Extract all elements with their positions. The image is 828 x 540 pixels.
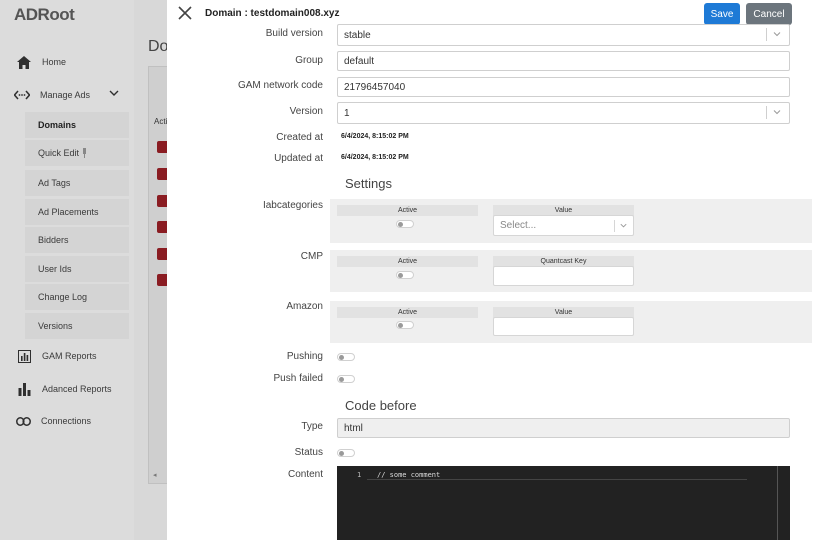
editor-scrollbar[interactable]	[777, 466, 778, 540]
type-label: Type	[301, 421, 323, 432]
cmp-label: CMP	[300, 251, 323, 262]
push-failed-label: Push failed	[273, 373, 323, 384]
sidebar-item-label: Manage Ads	[40, 90, 91, 100]
status-label: Status	[294, 447, 323, 458]
iabcategories-settings: Active Value Select...	[330, 199, 812, 243]
chevron-down-icon	[772, 107, 782, 117]
updated-at-value: 6/4/2024, 8:15:02 PM	[341, 154, 409, 161]
link-icon	[15, 414, 31, 428]
amazon-settings: Active Value	[330, 301, 812, 343]
created-at-label: Created at	[276, 132, 323, 143]
home-icon	[16, 55, 32, 69]
sidebar-subitem-quick-edit[interactable]: Quick Edit	[25, 140, 129, 166]
iabcategories-label: Iabcategories	[262, 200, 323, 211]
sidebar-item-label: Connections	[41, 416, 92, 426]
amazon-value-input[interactable]	[493, 317, 634, 336]
sidebar-subitem-bidders[interactable]: Bidders	[25, 227, 129, 253]
app-logo: ADRoot	[14, 5, 75, 24]
version-label: Version	[289, 106, 323, 117]
sidebar-subitem-ad-placements[interactable]: Ad Placements	[25, 199, 129, 225]
active-column-header: Active	[337, 205, 478, 216]
sidebar-item-connections[interactable]: Connections	[15, 414, 91, 428]
close-icon[interactable]	[177, 5, 195, 23]
sidebar-item-label: Home	[42, 57, 67, 67]
quantcast-key-input[interactable]	[493, 266, 634, 286]
active-column-header: Active	[337, 307, 478, 318]
created-at-value: 6/4/2024, 8:15:02 PM	[341, 133, 409, 140]
sidebar-subitem-domains[interactable]: Domains	[25, 112, 129, 138]
gam-network-code-label: GAM network code	[237, 80, 323, 91]
sidebar-item-label: Adanced Reports	[42, 384, 112, 394]
sidebar-item-manage-ads[interactable]: Manage Ads	[14, 88, 124, 102]
updated-at-label: Updated at	[274, 153, 323, 164]
group-input[interactable]: default	[337, 51, 790, 71]
scroll-left-arrow-icon[interactable]: ◂	[153, 471, 157, 479]
select-separator	[766, 28, 767, 41]
select-separator	[614, 220, 615, 232]
select-separator	[766, 106, 767, 119]
code-arrows-icon	[14, 88, 30, 102]
build-version-select[interactable]: stable	[337, 24, 790, 46]
cancel-button[interactable]: Cancel	[746, 3, 792, 25]
iabcategories-active-toggle[interactable]	[396, 220, 414, 228]
group-label: Group	[295, 55, 323, 66]
amazon-active-toggle[interactable]	[396, 321, 414, 329]
pushing-toggle[interactable]	[337, 353, 355, 361]
gam-network-code-input[interactable]: 21796457040	[337, 77, 790, 97]
sidebar-item-label: Quick Edit	[38, 148, 80, 158]
code-before-heading: Code before	[345, 398, 417, 413]
pin-icon	[82, 148, 87, 158]
sidebar-item-gam-reports[interactable]: GAM Reports	[16, 349, 97, 363]
iabcategories-value-select[interactable]: Select...	[493, 215, 634, 236]
cmp-active-toggle[interactable]	[396, 271, 414, 279]
report-chart-icon	[16, 349, 32, 363]
push-failed-toggle[interactable]	[337, 375, 355, 383]
sidebar-subitem-user-ids[interactable]: User Ids	[25, 256, 129, 282]
code-line: // some comment	[377, 471, 441, 479]
sidebar-subitem-change-log[interactable]: Change Log	[25, 284, 129, 310]
sidebar-subitem-versions[interactable]: Versions	[25, 313, 129, 339]
content-label: Content	[287, 469, 323, 480]
settings-heading: Settings	[345, 176, 392, 191]
line-number: 1	[357, 471, 362, 479]
modal-title: Domain : testdomain008.xyz	[205, 8, 340, 19]
version-value: 1	[344, 107, 350, 119]
bar-chart-icon	[16, 382, 32, 396]
type-input[interactable]: html	[337, 418, 790, 438]
sidebar-item-home[interactable]: Home	[16, 55, 66, 69]
select-placeholder: Select...	[500, 220, 537, 231]
save-button[interactable]: Save	[704, 3, 740, 25]
sidebar-item-advanced-reports[interactable]: Adanced Reports	[16, 382, 112, 396]
chevron-down-icon	[619, 221, 628, 233]
version-select[interactable]: 1	[337, 102, 790, 124]
active-column-header: Active	[337, 256, 478, 267]
chevron-down-icon	[772, 29, 782, 39]
amazon-label: Amazon	[286, 301, 323, 312]
build-version-label: Build version	[265, 28, 323, 39]
table-header-actions: Acti	[154, 117, 168, 126]
build-version-value: stable	[344, 29, 371, 41]
pushing-label: Pushing	[286, 351, 323, 362]
sidebar: ADRoot Home Manage Ads Domains Quick Edi…	[0, 0, 134, 540]
active-line-underline	[367, 479, 747, 480]
cmp-settings: Active Quantcast Key	[330, 250, 812, 292]
code-editor[interactable]: 1 // some comment	[337, 466, 790, 540]
sidebar-item-label: GAM Reports	[42, 351, 97, 361]
chevron-down-icon	[109, 89, 119, 99]
sidebar-subitem-ad-tags[interactable]: Ad Tags	[25, 170, 129, 196]
status-toggle[interactable]	[337, 449, 355, 457]
